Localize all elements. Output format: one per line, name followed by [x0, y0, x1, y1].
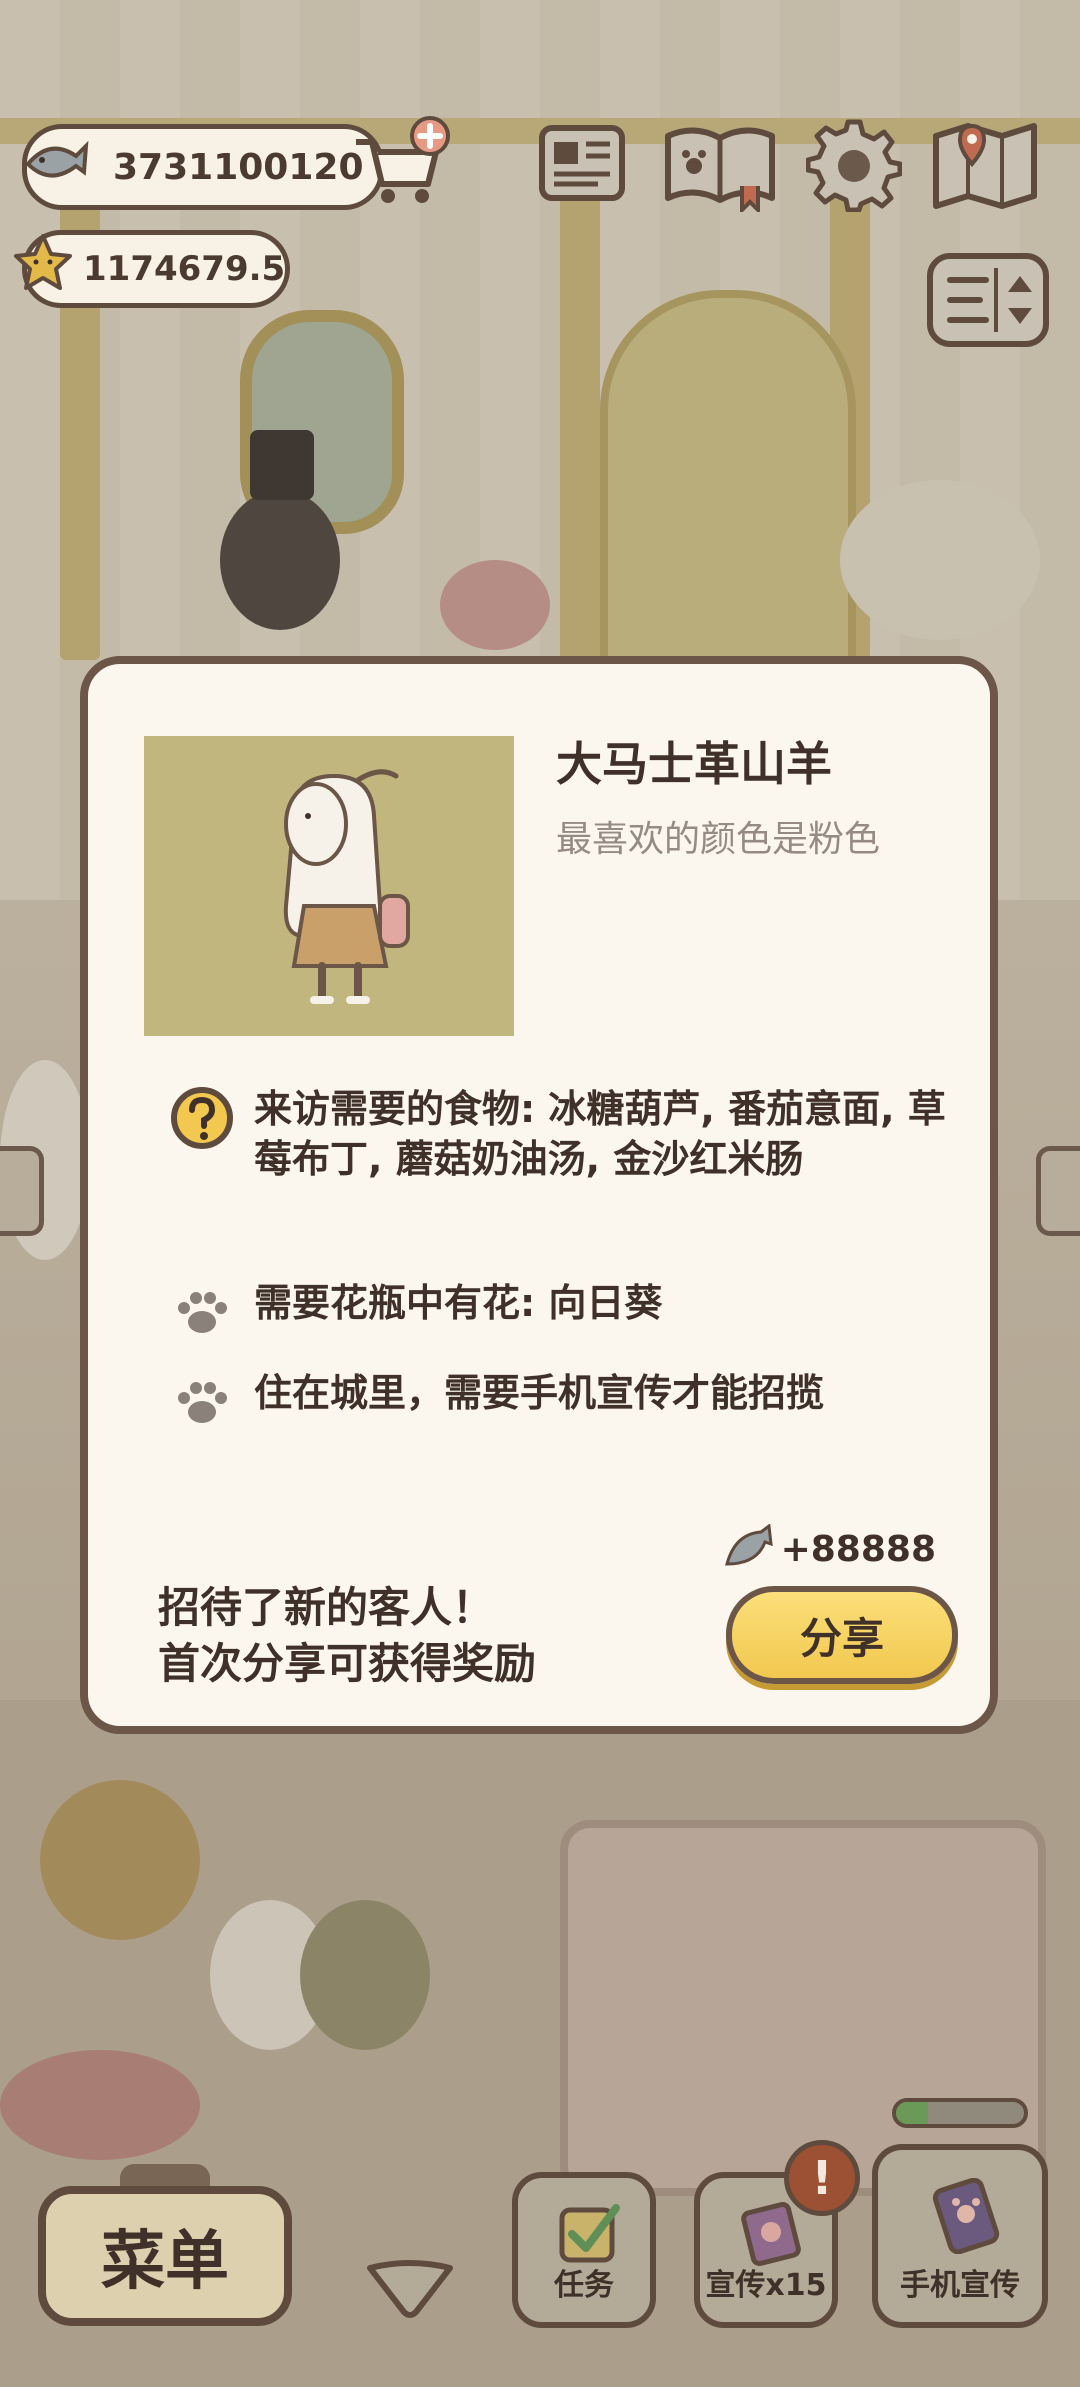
requirement-food: 来访需要的食物: 冰糖葫芦, 番茄意面, 草莓布丁, 蘑菇奶油汤, 金沙红米肠: [168, 1084, 968, 1184]
new-guest-message: 招待了新的客人！ 首次分享可获得奖励: [158, 1580, 536, 1692]
message-line: 招待了新的客人！: [158, 1583, 495, 1632]
reward-amount: +88888: [780, 1528, 936, 1570]
scene-door: [600, 290, 856, 666]
scroll-left-arrow[interactable]: [0, 1146, 44, 1236]
promotion-label: 宣传x15: [705, 2268, 827, 2303]
paw-book-icon[interactable]: [660, 116, 780, 212]
checkbox-icon: [559, 2204, 620, 2263]
star-icon: [14, 234, 72, 290]
map-icon[interactable]: [930, 116, 1040, 212]
fish-icon: [25, 140, 89, 178]
requirement-text: 需要花瓶中有花: 向日葵: [254, 1281, 663, 1325]
paw-icon: [178, 1382, 227, 1423]
task-label: 任务: [554, 2268, 614, 2303]
top-hat: [250, 430, 314, 500]
menu-button[interactable]: 菜单: [38, 2186, 292, 2326]
dessert-table: [560, 1820, 1046, 2196]
requirement-text: 住在城里，需要手机宣传才能招揽: [254, 1371, 825, 1415]
fish-count: 3731100120: [113, 146, 364, 188]
cart-add-icon[interactable]: [350, 112, 450, 212]
character-name: 大马士革山羊: [556, 737, 832, 791]
task-button[interactable]: 任务: [512, 2172, 656, 2328]
question-icon: [171, 1087, 233, 1149]
gear-icon[interactable]: [806, 116, 902, 212]
share-button[interactable]: 分享: [726, 1586, 958, 1684]
scroll-right-arrow[interactable]: [1036, 1146, 1080, 1236]
requirement-city: 住在城里，需要手机宣传才能招揽: [168, 1368, 968, 1436]
paw-icon: [178, 1292, 227, 1333]
character-subtitle: 最喜欢的颜色是粉色: [556, 819, 881, 860]
cat-npc: [220, 490, 340, 630]
rose-bush: [440, 560, 550, 650]
phone-promotion-label: 手机宣传: [900, 2268, 1020, 2303]
message-line: 首次分享可获得奖励: [158, 1639, 537, 1688]
newspaper-icon[interactable]: [534, 116, 630, 212]
phone-icon: [932, 2178, 1000, 2254]
requirement-flower: 需要花瓶中有花: 向日葵: [168, 1278, 968, 1346]
progress-fill: [896, 2102, 928, 2124]
rose-bush: [840, 480, 1040, 640]
scene-pillar: [560, 140, 600, 660]
chevron-down-icon[interactable]: [362, 2258, 458, 2320]
share-reward: +88888: [721, 1524, 936, 1574]
alert-badge: !: [784, 2140, 860, 2216]
star-count: 1174679.5: [83, 249, 286, 289]
scene-pillar: [60, 140, 100, 660]
phone-promotion-button[interactable]: 手机宣传: [872, 2144, 1048, 2328]
character-portrait: [144, 736, 514, 1036]
crown-decoration: [40, 1780, 200, 1940]
sort-icon[interactable]: [926, 252, 1050, 348]
requirement-text: 来访需要的食物: 冰糖葫芦, 番茄意面, 草莓布丁, 蘑菇奶油汤, 金沙红米肠: [254, 1087, 946, 1181]
progress-bar: [892, 2098, 1028, 2128]
goat-character-image: [283, 769, 410, 1004]
guest-info-dialog: 大马士革山羊 最喜欢的颜色是粉色 来访需要的食物: 冰糖葫芦, 番茄意面, 草莓…: [80, 656, 998, 1734]
fish-icon: [724, 1524, 773, 1566]
hedgehog-npc: [300, 1900, 430, 2050]
rose-bush: [0, 2050, 200, 2160]
flyer-icon: [741, 2201, 801, 2266]
